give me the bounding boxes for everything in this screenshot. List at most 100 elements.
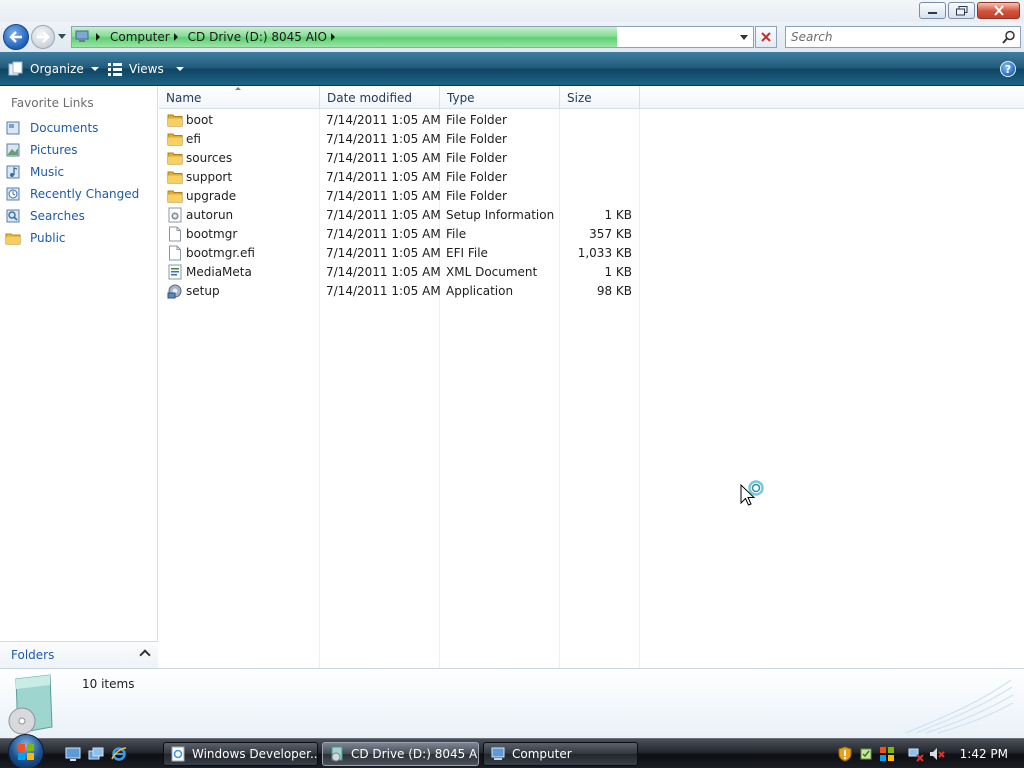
- back-button[interactable]: [3, 24, 29, 50]
- organize-button[interactable]: Organize: [8, 59, 99, 79]
- file-name: boot: [186, 112, 214, 127]
- help-button[interactable]: ?: [1000, 61, 1016, 77]
- file-date: 7/14/2011 1:05 AM: [326, 283, 441, 298]
- file-size: [566, 186, 632, 205]
- sidebar-item-label: Public: [30, 231, 66, 245]
- switch-windows-button[interactable]: [87, 745, 105, 763]
- taskbar-item-cd-drive[interactable]: CD Drive (D:) 8045 A...: [322, 742, 479, 766]
- breadcrumb-arrow-icon[interactable]: [96, 33, 100, 41]
- minimize-icon: [928, 12, 937, 14]
- file-size: 1 KB: [604, 264, 632, 279]
- file-row-boot[interactable]: boot 7/14/2011 1:05 AM File Folder: [159, 110, 639, 129]
- breadcrumb-computer[interactable]: Computer: [110, 30, 170, 44]
- file-size: 1 KB: [604, 207, 632, 222]
- file-size: [566, 167, 632, 186]
- file-name: setup: [186, 283, 220, 298]
- column-name[interactable]: Name: [159, 86, 320, 109]
- internet-explorer-icon: [111, 747, 127, 761]
- navigation-pane: Favorite Links Documents Pictures Music …: [0, 86, 158, 668]
- program-alert-icon[interactable]: [858, 746, 874, 762]
- file-type: XML Document: [446, 264, 538, 279]
- stop-button[interactable]: [755, 26, 777, 48]
- sidebar-item-searches[interactable]: Searches: [5, 205, 139, 227]
- stop-x-icon: [761, 32, 771, 42]
- folders-pane-toggle[interactable]: Folders: [0, 641, 158, 668]
- network-disconnected-icon[interactable]: [908, 746, 924, 762]
- file-type: Setup Information: [446, 207, 555, 222]
- column-size[interactable]: Size: [560, 86, 640, 109]
- windows-update-icon[interactable]: [879, 746, 895, 762]
- show-desktop-button[interactable]: [64, 745, 82, 763]
- file-size: 357 KB: [589, 226, 632, 241]
- back-arrow-icon: [9, 31, 22, 43]
- clock[interactable]: 1:42 PM: [960, 747, 1008, 761]
- organize-dropdown-icon: [90, 67, 99, 71]
- public-folder-icon: [5, 230, 21, 246]
- notification-area: 1:42 PM: [837, 739, 1024, 768]
- folder-icon: [167, 131, 183, 147]
- file-date: 7/14/2011 1:05 AM: [326, 245, 441, 260]
- volume-muted-icon[interactable]: [929, 746, 945, 762]
- file-name-cell: bootmgr.efi: [167, 243, 255, 262]
- forward-button[interactable]: [31, 25, 55, 49]
- file-name-cell: MediaMeta: [167, 262, 252, 281]
- start-button[interactable]: [4, 733, 48, 768]
- taskbar-item-windows-developer[interactable]: Windows Developer...: [163, 742, 318, 766]
- security-alert-icon[interactable]: [837, 746, 853, 762]
- maximize-button[interactable]: [948, 2, 975, 19]
- file-row-bootmgr-efi[interactable]: bootmgr.efi 7/14/2011 1:05 AM EFI File 1,03…: [159, 243, 639, 262]
- taskbar-item-label: CD Drive (D:) 8045 A...: [351, 747, 479, 761]
- column-header: Name Date modified Type Size: [159, 86, 1024, 109]
- file-date: 7/14/2011 1:05 AM: [326, 226, 441, 241]
- file-name: efi: [186, 131, 201, 146]
- file-row-autorun[interactable]: autorun 7/14/2011 1:05 AM Setup Informatio…: [159, 205, 639, 224]
- file-row-efi[interactable]: efi 7/14/2011 1:05 AM File Folder: [159, 129, 639, 148]
- sidebar-item-music[interactable]: Music: [5, 161, 139, 183]
- file-row-upgrade[interactable]: upgrade 7/14/2011 1:05 AM File Folder: [159, 186, 639, 205]
- file-row-mediameta[interactable]: MediaMeta 7/14/2011 1:05 AM XML Document 1 …: [159, 262, 639, 281]
- taskbar-item-computer[interactable]: Computer: [483, 742, 638, 766]
- column-date-modified[interactable]: Date modified: [320, 86, 440, 109]
- column-type[interactable]: Type: [440, 86, 560, 109]
- file-size: [566, 110, 632, 129]
- application-icon: [167, 283, 183, 299]
- close-button[interactable]: [977, 2, 1020, 19]
- file-name-cell: autorun: [167, 205, 233, 224]
- minimize-button[interactable]: [919, 2, 946, 19]
- breadcrumb-label: CD Drive (D:) 8045 AIO: [187, 30, 327, 44]
- address-row: Computer CD Drive (D:) 8045 AIO: [0, 22, 1024, 52]
- recently-changed-icon: [5, 186, 21, 202]
- breadcrumb-cd-drive[interactable]: CD Drive (D:) 8045 AIO: [188, 30, 327, 44]
- file-row-sources[interactable]: sources 7/14/2011 1:05 AM File Folder: [159, 148, 639, 167]
- sidebar-item-label: Pictures: [30, 143, 78, 157]
- search-icon[interactable]: [1002, 30, 1016, 47]
- sidebar-item-pictures[interactable]: Pictures: [5, 139, 139, 161]
- file-icon: [167, 226, 183, 242]
- file-name-cell: efi: [167, 129, 201, 148]
- sidebar-item-public[interactable]: Public: [5, 227, 139, 249]
- internet-explorer-button[interactable]: [110, 745, 128, 763]
- file-size: [566, 129, 632, 148]
- recent-pages-dropdown[interactable]: [58, 34, 66, 39]
- address-dropdown-icon[interactable]: [740, 35, 748, 40]
- windows-logo-icon: [8, 734, 44, 768]
- views-button[interactable]: Views: [107, 59, 184, 79]
- file-name: support: [186, 169, 233, 184]
- file-row-setup[interactable]: setup 7/14/2011 1:05 AM Application 98 KB: [159, 281, 639, 300]
- sidebar-item-documents[interactable]: Documents: [5, 117, 139, 139]
- breadcrumb-arrow-icon[interactable]: [330, 33, 335, 41]
- file-row-bootmgr[interactable]: bootmgr 7/14/2011 1:05 AM File 357 KB: [159, 224, 639, 243]
- views-icon: [108, 63, 122, 76]
- favorite-links-header: Favorite Links: [11, 96, 94, 110]
- file-name: bootmgr.efi: [186, 245, 255, 260]
- address-bar[interactable]: Computer CD Drive (D:) 8045 AIO: [71, 26, 754, 48]
- search-box[interactable]: [785, 26, 1021, 48]
- sidebar-item-recently-changed[interactable]: Recently Changed: [5, 183, 139, 205]
- file-icon: [167, 245, 183, 261]
- search-input[interactable]: [786, 27, 991, 47]
- breadcrumb-arrow-icon[interactable]: [173, 33, 178, 41]
- file-type: File Folder: [446, 188, 507, 203]
- file-row-support[interactable]: support 7/14/2011 1:05 AM File Folder: [159, 167, 639, 186]
- chevron-up-icon: [139, 649, 151, 661]
- sidebar-item-label: Recently Changed: [30, 187, 140, 201]
